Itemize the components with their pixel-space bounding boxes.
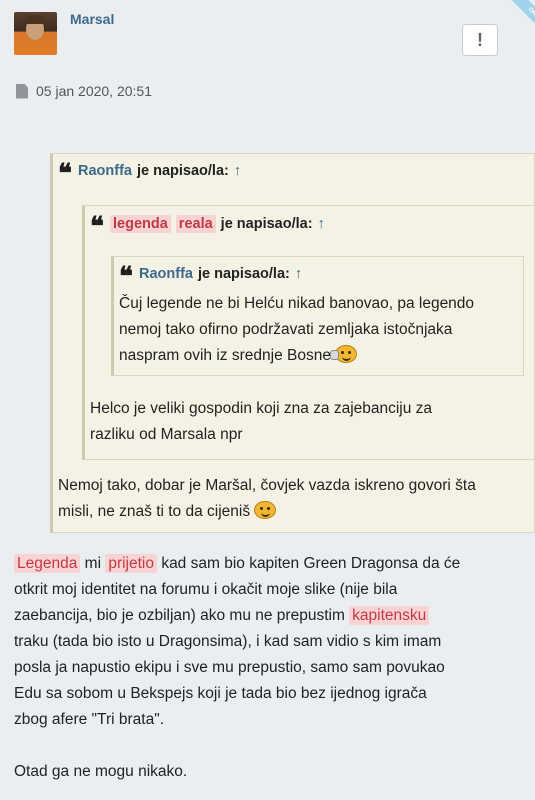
body-line3-start: zaebancija, bio je ozbiljan) ako mu ne p… (14, 607, 345, 624)
quote-middle-author-part2[interactable]: reala (175, 215, 216, 233)
username-link[interactable]: Marsal (70, 11, 114, 27)
body-line1-rest: kad sam bio kapiten Green Dragonsa da će (161, 555, 461, 572)
avatar[interactable] (14, 12, 57, 55)
quote-inner-text: Čuj legende ne bi Helću nikad banovao, p… (119, 291, 519, 369)
online-badge: ON (510, 0, 535, 30)
body-line5: posla ja napustio ekipu i sve mu prepust… (14, 659, 445, 676)
quote-inner-line3: naspram ovih iz srednje Bosne (119, 347, 331, 364)
quote-outer-author[interactable]: Raonffa (78, 163, 132, 179)
quote-outer-line2-wrap: misli, ne znaš ti to da cijeniš (58, 499, 535, 525)
report-button[interactable]: ! (462, 24, 498, 56)
quote-inner-header: ❝ Raonffa je napisao/la: ↑ (119, 262, 302, 292)
quote-outer-text: Nemoj tako, dobar je Maršal, čovjek vazd… (58, 473, 535, 525)
quote-inner-line3-wrap: naspram ovih iz srednje Bosne (119, 343, 519, 369)
quote-outer-suffix: je napisao/la: (136, 163, 229, 179)
post-header: Marsal ! ON (0, 0, 535, 70)
body-line1: Legenda mi prijetio kad sam bio kapiten … (14, 551, 535, 577)
avatar-hair (25, 15, 45, 24)
body-highlight-legenda[interactable]: Legenda (14, 554, 81, 573)
body-line3: zaebancija, bio je ozbiljan) ako mu ne p… (14, 603, 535, 629)
quote-middle-suffix: je napisao/la: (220, 216, 313, 232)
body-highlight-prijetio[interactable]: prijetio (105, 554, 157, 573)
body-line6: Edu sa sobom u Bekspejs koji je tada bio… (14, 685, 427, 702)
quote-middle-jump-link[interactable]: ↑ (318, 216, 325, 232)
quote-inner-line2: nemoj tako ofirno podržavati zemljaka is… (119, 321, 453, 338)
quote-outer-header: ❝ Raonffa je napisao/la: ↑ (58, 159, 241, 189)
quote-inner-suffix: je napisao/la: (197, 266, 290, 282)
post-body: Legenda mi prijetio kad sam bio kapiten … (14, 551, 535, 785)
quote-middle-author-part1[interactable]: legenda (110, 215, 171, 233)
quote-inner-jump-link[interactable]: ↑ (295, 266, 302, 282)
quote-middle-text: Helco je veliki gospodin koji zna za zaj… (90, 396, 530, 448)
document-icon[interactable] (16, 83, 28, 99)
post-timestamp: 05 jan 2020, 20:51 (36, 83, 152, 99)
body-line4: traku (tada bio isto u Dragonsima), i ka… (14, 633, 442, 650)
quote-icon: ❝ (119, 262, 133, 292)
body-line8: Otad ga ne mogu nikako. (14, 763, 188, 780)
thinking-smiley-icon (330, 345, 358, 363)
hand-icon (330, 350, 340, 360)
body-highlight-kapitensku[interactable]: kapitensku (349, 606, 430, 625)
quote-middle-line2: razliku od Marsala npr (90, 426, 243, 443)
quote-icon: ❝ (58, 159, 72, 189)
quote-middle-header: ❝ legenda reala je napisao/la: ↑ (90, 212, 325, 242)
post-meta: 05 jan 2020, 20:51 (16, 82, 152, 100)
body-word-mi: mi (84, 555, 102, 572)
online-ribbon: ON (505, 0, 535, 30)
quote-inner-line1: Čuj legende ne bi Helću nikad banovao, p… (119, 295, 475, 312)
happy-smiley-icon (254, 501, 277, 519)
body-line2: otkrit moj identitet na forumu i okačit … (14, 581, 398, 598)
quote-outer-jump-link[interactable]: ↑ (234, 163, 241, 179)
quote-middle-line1: Helco je veliki gospodin koji zna za zaj… (90, 400, 433, 417)
quote-outer-line2: misli, ne znaš ti to da cijeniš (58, 503, 251, 520)
body-line7: zbog afere "Tri brata". (14, 711, 164, 728)
quote-inner-author[interactable]: Raonffa (139, 266, 193, 282)
quote-icon: ❝ (90, 212, 104, 242)
quote-outer-line1: Nemoj tako, dobar je Maršal, čovjek vazd… (58, 477, 476, 494)
